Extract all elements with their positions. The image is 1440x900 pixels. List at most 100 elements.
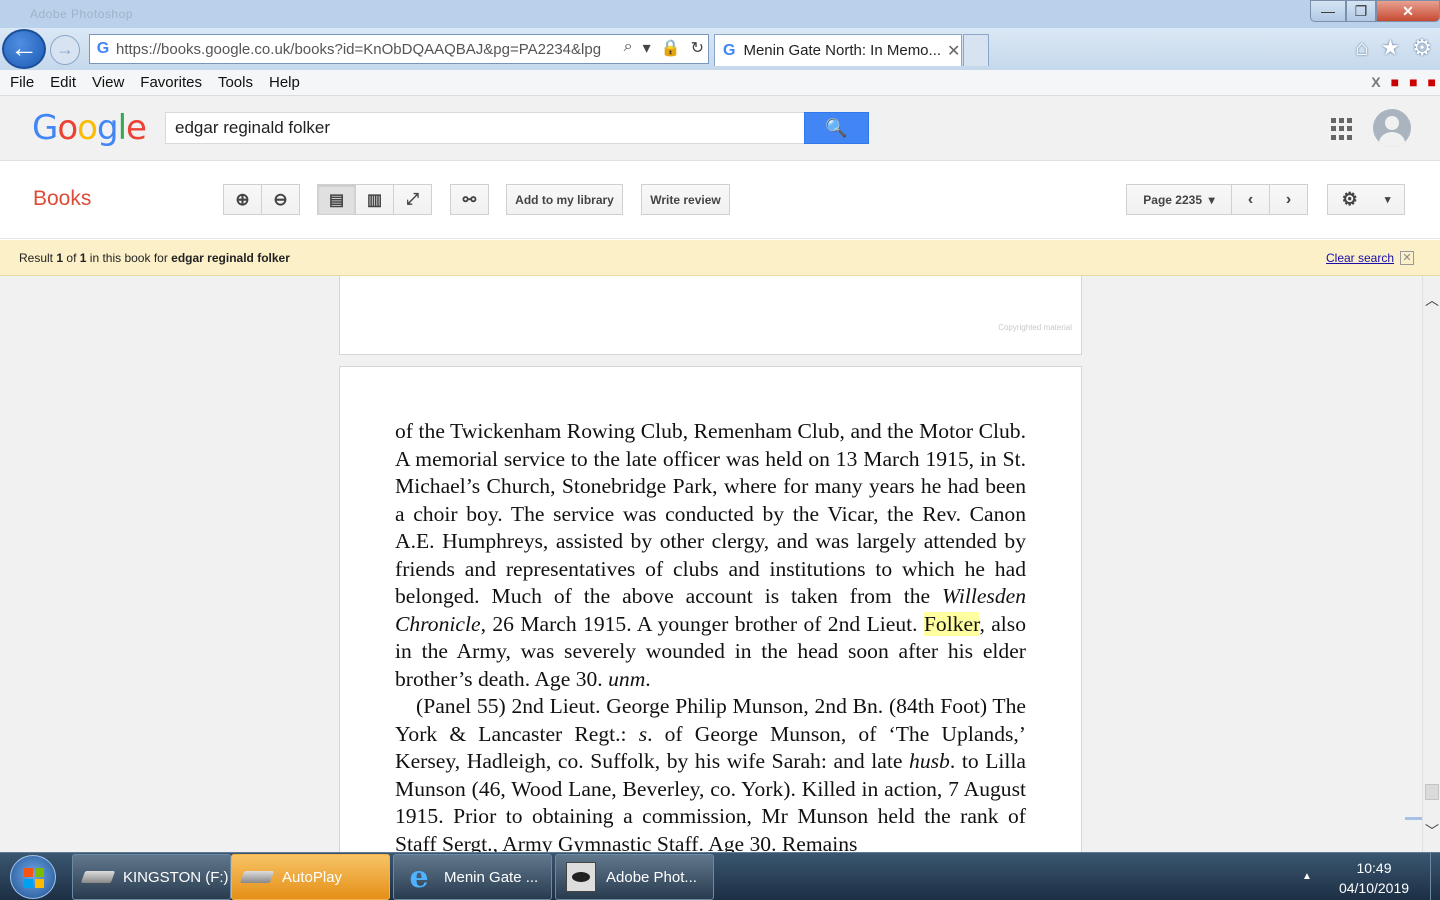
photoshop-eye-icon (564, 862, 598, 892)
add-to-library-button[interactable]: Add to my library (506, 184, 623, 215)
zoom-out-button[interactable]: ⊖ (261, 184, 300, 215)
addon-icon-3[interactable]: ■ (1428, 74, 1436, 90)
scroll-thumb[interactable] (1425, 784, 1439, 800)
zoom-out-icon: ⊖ (273, 189, 288, 209)
address-tools: ⌕ ▾ 🔒 ↻ (624, 38, 704, 58)
window-titlebar: Adobe Photoshop — ❐ ✕ (0, 0, 1440, 28)
refresh-icon[interactable]: ↻ (691, 38, 704, 58)
clock-time: 10:49 (1356, 860, 1392, 876)
taskbar-item-autoplay[interactable]: AutoPlay (231, 854, 390, 900)
home-icon[interactable]: ⌂ (1355, 35, 1368, 61)
two-page-button[interactable]: ▥ (355, 184, 394, 215)
google-header: Google 🔍 (0, 96, 1440, 161)
search-icon: 🔍 (825, 117, 848, 138)
search-icon[interactable]: ⌕ (624, 38, 633, 58)
addon-icon-1[interactable]: ■ (1391, 74, 1399, 90)
lock-icon[interactable]: 🔒 (661, 38, 681, 58)
fullscreen-icon: ⤢ (406, 190, 419, 208)
single-page-icon: ▤ (328, 191, 345, 209)
drive-icon (239, 864, 275, 890)
search-result-bar: Result 1 of 1 in this book for edgar reg… (0, 240, 1440, 276)
search-highlight: Folker (923, 611, 980, 636)
search-input[interactable] (165, 112, 805, 144)
system-clock[interactable]: 10:49 04/10/2019 (1330, 858, 1418, 898)
menu-tools[interactable]: Tools (210, 74, 261, 91)
copyright-note: Copyrighted material (998, 323, 1072, 332)
menu-favorites[interactable]: Favorites (132, 74, 210, 91)
favorites-icon[interactable]: ★ (1381, 35, 1401, 61)
menu-view[interactable]: View (84, 74, 132, 91)
internet-explorer-icon: e (409, 859, 429, 895)
close-window-button[interactable]: ✕ (1376, 0, 1440, 22)
chevron-left-icon: ‹ (1247, 190, 1254, 208)
start-button[interactable] (10, 855, 56, 899)
current-page-sheet: of the Twickenham Rowing Club, Remenham … (339, 366, 1082, 852)
tray-expand-icon[interactable]: ▲ (1302, 871, 1312, 882)
address-bar[interactable]: G https://books.google.co.uk/books?id=Kn… (89, 34, 709, 64)
windows-taskbar: KINGSTON (F:) AutoPlay e Menin Gate ... … (0, 852, 1440, 900)
zoom-in-icon: ⊕ (235, 189, 250, 209)
next-page-button[interactable]: › (1269, 184, 1308, 215)
show-desktop-button[interactable] (1430, 853, 1440, 900)
single-page-button[interactable]: ▤ (317, 184, 356, 215)
scroll-down-icon[interactable]: ﹀ (1423, 821, 1440, 841)
scroll-up-icon[interactable]: ︿ (1423, 290, 1440, 310)
result-query: edgar reginald folker (171, 251, 290, 265)
gear-icon: ⚙ (1341, 189, 1358, 209)
addon-icon-2[interactable]: ■ (1409, 74, 1417, 90)
chevron-right-icon: › (1285, 190, 1292, 208)
menu-right-tools: X ■ ■ ■ (1371, 74, 1436, 90)
clear-search-link[interactable]: Clear search (1326, 251, 1394, 265)
scroll-position-marker (1405, 817, 1422, 820)
taskbar-item-photoshop[interactable]: Adobe Phot... (555, 854, 714, 900)
book-viewer[interactable]: Copyrighted material of the Twickenham R… (0, 276, 1422, 852)
back-button[interactable]: ← (2, 29, 46, 69)
link-icon: ⚯ (462, 191, 477, 209)
avatar[interactable] (1373, 109, 1411, 147)
windows-logo-icon (24, 868, 44, 888)
taskbar-item-kingston[interactable]: KINGSTON (F:) (72, 854, 231, 900)
tab-title: Menin Gate North: In Memo... (743, 42, 942, 59)
page-select-dropdown[interactable]: Page 2235 ▾ (1126, 184, 1232, 215)
settings-icon[interactable]: ⚙ (1412, 35, 1432, 61)
previous-page-button[interactable]: ‹ (1231, 184, 1270, 215)
tab-favicon-icon: G (723, 41, 736, 59)
fullscreen-button[interactable]: ⤢ (393, 184, 432, 215)
chevron-down-icon: ▾ (1384, 194, 1391, 206)
tab-menin-gate[interactable]: G Menin Gate North: In Memo... ✕ (714, 34, 962, 66)
page-label: Page 2235 (1143, 192, 1202, 207)
clock-date: 04/10/2019 (1338, 880, 1410, 896)
search-button[interactable]: 🔍 (804, 112, 869, 144)
page-text: of the Twickenham Rowing Club, Remenham … (395, 418, 1026, 852)
url-text[interactable]: https://books.google.co.uk/books?id=KnOb… (116, 41, 606, 58)
menu-file[interactable]: File (0, 74, 42, 91)
menu-edit[interactable]: Edit (42, 74, 84, 91)
dropdown-icon[interactable]: ▾ (643, 38, 651, 58)
site-favicon-icon: G (96, 40, 110, 57)
close-icon[interactable]: ✕ (1400, 251, 1414, 265)
link-button[interactable]: ⚯ (450, 184, 489, 215)
menu-help[interactable]: Help (261, 74, 308, 91)
write-review-button[interactable]: Write review (641, 184, 730, 215)
apps-grid-icon[interactable] (1331, 118, 1353, 140)
tab-close-icon[interactable]: ✕ (947, 41, 960, 61)
two-page-icon: ▥ (366, 191, 383, 209)
paragraph-munson: (Panel 55) 2nd Lieut. George Philip Muns… (395, 694, 1026, 852)
browser-navbar: ← → G https://books.google.co.uk/books?i… (0, 28, 1440, 70)
books-label[interactable]: Books (33, 187, 91, 211)
google-logo[interactable]: Google (32, 108, 147, 148)
previous-page-sheet: Copyrighted material (339, 276, 1082, 355)
settings-dropdown-button[interactable]: ⚙ ▾ (1327, 184, 1405, 215)
chevron-down-icon: ▾ (1208, 192, 1215, 207)
close-bar-icon[interactable]: X (1371, 74, 1380, 90)
vertical-scrollbar[interactable]: ︿ ﹀ (1422, 276, 1440, 852)
maximize-button[interactable]: ❐ (1346, 0, 1376, 22)
browser-right-tools: ⌂ ★ ⚙ (1355, 35, 1432, 61)
zoom-in-button[interactable]: ⊕ (223, 184, 262, 215)
new-tab-button[interactable] (963, 34, 989, 66)
window-title: Adobe Photoshop (30, 7, 133, 21)
minimize-button[interactable]: — (1310, 0, 1346, 22)
paragraph-folker: of the Twickenham Rowing Club, Remenham … (395, 419, 1026, 691)
forward-button[interactable]: → (50, 35, 80, 65)
taskbar-item-internet-explorer[interactable]: e Menin Gate ... (393, 854, 552, 900)
